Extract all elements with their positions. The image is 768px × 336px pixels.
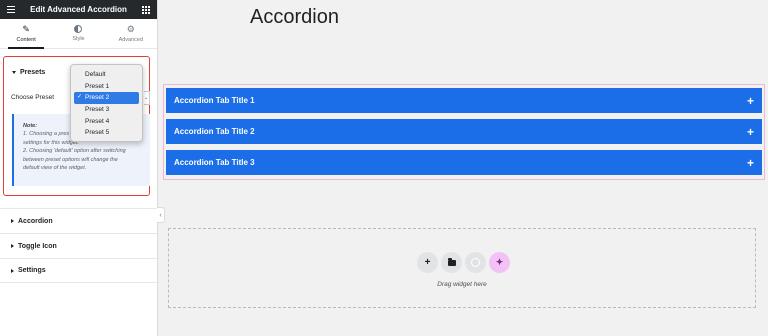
widgets-grid-icon[interactable]	[141, 5, 150, 14]
preset-option-selected[interactable]: ✓ Preset 2	[74, 92, 139, 104]
ai-generate-button[interactable]: ✦	[489, 252, 510, 273]
choose-preset-label: Choose Preset	[11, 94, 54, 101]
preset-option-label: Preset 2	[85, 94, 110, 102]
section-toggle-icon-head: Toggle Icon	[11, 243, 57, 250]
plus-icon: +	[746, 124, 754, 139]
section-toggle-icon-label: Toggle Icon	[18, 242, 57, 250]
caret-down-icon	[12, 71, 16, 74]
editor-panel: Edit Advanced Accordion ✎ Content Style …	[0, 0, 158, 336]
accordion-tab-title: Accordion Tab Title 2	[174, 127, 255, 136]
accordion-tab[interactable]: Accordion Tab Title 3 +	[166, 150, 762, 175]
gear-icon: ⚙	[126, 23, 135, 34]
panel-tabs: ✎ Content Style ⚙ Advanced	[0, 19, 157, 49]
caret-right-icon	[11, 268, 14, 273]
section-settings-head: Settings	[11, 267, 46, 274]
tab-content[interactable]: ✎ Content	[0, 19, 52, 49]
preset-option-label: Preset 5	[85, 129, 110, 137]
preset-option-label: Default	[85, 71, 106, 79]
dropzone-actions: + ✦	[417, 252, 510, 273]
section-accordion[interactable]: Accordion	[0, 208, 157, 233]
pencil-icon: ✎	[22, 23, 30, 34]
plus-icon: +	[424, 257, 431, 268]
accordion-tab-title: Accordion Tab Title 3	[174, 158, 255, 167]
half-circle-icon	[74, 25, 83, 33]
preset-option[interactable]: Preset 1	[74, 81, 139, 93]
folder-icon	[447, 257, 456, 266]
panel-title: Edit Advanced Accordion	[30, 5, 127, 14]
preset-option-label: Preset 4	[85, 117, 110, 125]
presets-section-label: Presets	[20, 69, 46, 76]
preset-option-label: Preset 3	[85, 106, 110, 114]
section-accordion-label: Accordion	[18, 217, 53, 225]
accordion-tab[interactable]: Accordion Tab Title 1 +	[166, 88, 762, 113]
sparkle-icon: ✦	[495, 257, 504, 267]
widget-dropzone[interactable]: + ✦ Drag widget here	[168, 228, 756, 308]
page-title: Accordion	[250, 6, 339, 28]
preset-option-label: Preset 1	[85, 82, 110, 90]
preset-select[interactable]: ⌄	[144, 91, 150, 105]
preset-dropdown-menu: Default Preset 1 ✓ Preset 2 Preset 3 Pres…	[70, 64, 143, 142]
plus-icon: +	[746, 155, 754, 170]
template-library-button[interactable]	[441, 252, 462, 273]
menu-icon[interactable]	[7, 6, 15, 13]
accordion-tab[interactable]: Accordion Tab Title 2 +	[166, 119, 762, 144]
presets-section-header[interactable]: Presets	[12, 69, 45, 76]
add-section-button[interactable]: +	[417, 252, 438, 273]
dropzone-text: Drag widget here	[437, 281, 487, 288]
addon-templates-button[interactable]	[465, 252, 486, 273]
section-settings[interactable]: Settings	[0, 258, 157, 283]
panel-header: Edit Advanced Accordion	[0, 0, 157, 19]
caret-right-icon	[11, 244, 14, 248]
caret-right-icon	[11, 219, 14, 223]
circle-logo-icon	[471, 258, 480, 267]
note-line: default view of the widget.	[23, 165, 87, 172]
tab-style-label: Style	[72, 36, 85, 42]
tab-advanced-label: Advanced	[118, 36, 144, 43]
preset-option[interactable]: Preset 3	[74, 104, 139, 116]
plus-icon: +	[746, 93, 754, 108]
check-icon: ✓	[77, 94, 83, 101]
note-line: 2. Choosing 'default' option after switc…	[23, 148, 126, 155]
tab-style[interactable]: Style	[52, 19, 104, 48]
section-accordion-head: Accordion	[11, 218, 53, 225]
accordion-widget[interactable]: Accordion Tab Title 1 + Accordion Tab Ti…	[163, 84, 765, 180]
section-settings-label: Settings	[18, 267, 46, 274]
preset-option[interactable]: Preset 4	[74, 115, 139, 127]
tab-advanced[interactable]: ⚙ Advanced	[105, 19, 157, 48]
note-line: between preset options will change the	[23, 156, 118, 163]
preset-option[interactable]: Preset 5	[74, 127, 139, 139]
collapse-panel-button[interactable]: ‹	[157, 207, 165, 223]
preset-option[interactable]: Default	[74, 69, 139, 81]
tab-content-label: Content	[16, 36, 36, 43]
accordion-tab-title: Accordion Tab Title 1	[174, 96, 255, 105]
section-toggle-icon[interactable]: Toggle Icon	[0, 233, 157, 258]
